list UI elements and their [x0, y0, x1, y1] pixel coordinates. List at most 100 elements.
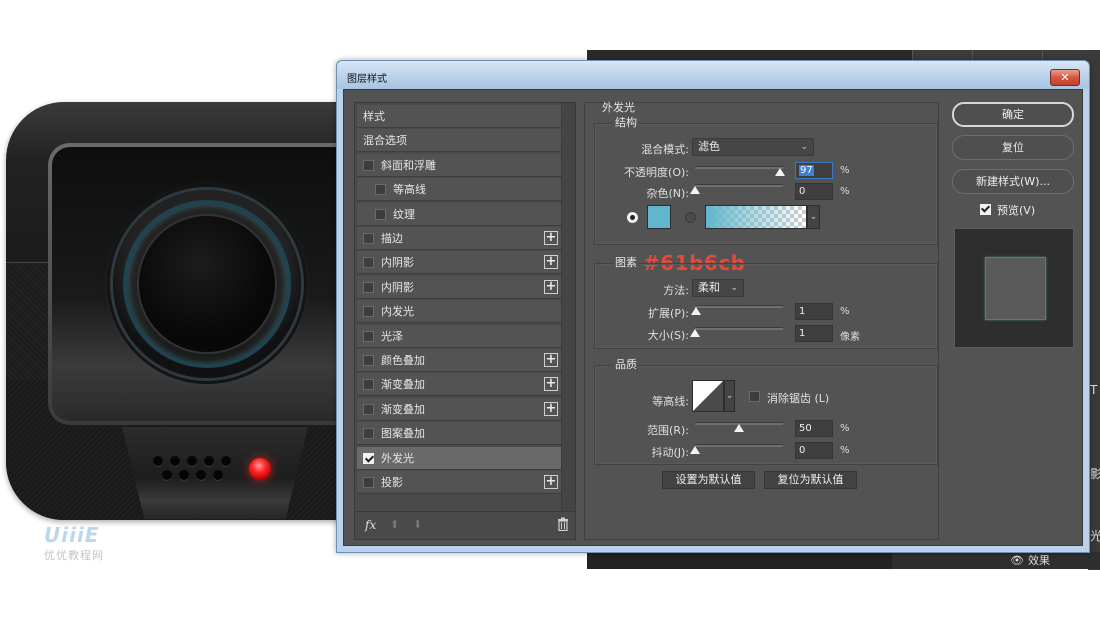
close-button[interactable]: ✕ [1050, 69, 1080, 86]
style-list-item[interactable]: 样式 [357, 105, 561, 128]
jitter-input[interactable]: 0 [795, 442, 833, 459]
opacity-input[interactable]: 97 [795, 162, 833, 179]
jitter-slider[interactable] [695, 444, 783, 447]
add-style-icon[interactable]: + [544, 231, 558, 245]
trash-icon[interactable] [557, 517, 569, 531]
style-list-item[interactable]: 混合选项 [357, 129, 561, 153]
style-list-item[interactable]: 投影 + [357, 471, 561, 494]
add-style-icon[interactable]: + [544, 279, 558, 294]
style-checkbox[interactable] [363, 257, 374, 269]
style-list-scrollbar[interactable] [561, 103, 575, 511]
size-input[interactable]: 1 [795, 325, 833, 342]
speaker-hole [162, 470, 172, 480]
opacity-slider-thumb[interactable] [775, 168, 786, 176]
style-checkbox[interactable] [363, 477, 374, 488]
blend-mode-select[interactable]: 滤色 ⌄ [692, 138, 814, 156]
ok-button[interactable]: 确定 [952, 102, 1074, 127]
layer-style-dialog: 图层样式 ✕ 样式 混合选项 斜面和浮雕等高线纹理描边 + 内阴影 + 内阴影 + 内发光 光泽颜… [336, 60, 1090, 553]
outer-glow-panel: 外发光 结构 混合模式: 滤色 ⌄ 不透明度(O): 97 % 杂色(N): 0… [584, 101, 939, 540]
add-style-icon[interactable]: + [544, 377, 558, 392]
style-list-item[interactable]: 图案叠加 [357, 422, 561, 446]
layer-effects-row[interactable]: 👁 效果 [1010, 552, 1050, 568]
style-checkbox[interactable] [375, 184, 386, 196]
style-checkbox[interactable] [375, 208, 386, 220]
contour-picker-button[interactable]: ⌄ [724, 380, 735, 412]
noise-label: 杂色(N): [646, 187, 689, 200]
workspace-glyph: T [1090, 383, 1098, 397]
gradient-swatch[interactable] [705, 205, 807, 229]
antialias-checkbox[interactable] [749, 391, 760, 402]
add-style-icon[interactable]: + [544, 255, 558, 270]
gradient-picker-button[interactable]: ⌄ [807, 205, 820, 229]
style-label: 外发光 [381, 451, 414, 465]
contour-preview[interactable] [692, 380, 724, 412]
noise-input[interactable]: 0 [795, 183, 833, 200]
style-list-item[interactable]: 颜色叠加 + [357, 349, 561, 372]
style-list-item[interactable]: 纹理 [357, 202, 561, 226]
reset-default-button[interactable]: 复位为默认值 [764, 471, 857, 489]
style-checkbox[interactable] [363, 452, 374, 464]
move-down-icon[interactable]: ⬇ [413, 518, 422, 531]
style-checkbox[interactable] [363, 159, 374, 171]
add-style-icon[interactable]: + [544, 475, 558, 489]
style-checkbox[interactable] [363, 355, 374, 366]
style-list-item[interactable]: 等高线 [357, 178, 561, 202]
spread-input[interactable]: 1 [795, 303, 833, 320]
noise-slider-thumb[interactable] [690, 186, 700, 194]
noise-slider[interactable] [695, 184, 783, 187]
preview-checkbox[interactable] [980, 204, 991, 215]
red-led-icon [249, 458, 271, 480]
add-style-icon[interactable]: + [544, 401, 558, 416]
style-list-item[interactable]: 内发光 [357, 300, 561, 324]
glow-color-swatch[interactable] [647, 205, 671, 229]
style-list: 样式 混合选项 斜面和浮雕 等高线 纹理 描边 + 内阴影 + 内阴影 + 内发光 光泽 颜色叠加 + 渐变叠… [354, 102, 576, 540]
style-list-item[interactable]: 描边 + [357, 227, 561, 250]
style-checkbox[interactable] [363, 233, 374, 244]
style-label: 内阴影 [381, 280, 414, 294]
spread-slider[interactable] [695, 305, 783, 308]
style-checkbox[interactable] [363, 281, 374, 293]
style-list-item[interactable]: 渐变叠加 + [357, 397, 561, 421]
opacity-slider[interactable] [695, 166, 783, 169]
spread-slider-thumb[interactable] [690, 307, 701, 315]
style-label: 内阴影 [381, 256, 414, 270]
jitter-unit: % [840, 445, 850, 456]
eye-icon[interactable]: 👁 [1010, 554, 1024, 567]
style-list-item[interactable]: 内阴影 + [357, 251, 561, 275]
watermark: UiiiE 优优教程网 [44, 525, 104, 563]
style-checkbox[interactable] [363, 330, 374, 342]
style-list-item[interactable]: 光泽 [357, 324, 561, 348]
speaker-hole [196, 470, 206, 480]
range-slider-thumb[interactable] [734, 424, 744, 432]
range-input[interactable]: 50 [795, 420, 833, 437]
solid-color-radio[interactable] [627, 212, 638, 223]
gradient-radio[interactable] [685, 212, 696, 223]
size-slider-thumb[interactable] [690, 329, 701, 337]
fx-icon[interactable]: fx [365, 518, 376, 532]
style-label: 纹理 [393, 207, 415, 221]
style-list-item[interactable]: 渐变叠加 + [357, 373, 561, 397]
size-slider[interactable] [695, 327, 783, 330]
style-checkbox[interactable] [363, 306, 374, 318]
style-checkbox[interactable] [363, 428, 374, 440]
new-style-button[interactable]: 新建样式(W)... [952, 169, 1074, 194]
style-list-footer: fx ⬆ ⬇ [355, 511, 575, 539]
style-list-item[interactable]: 斜面和浮雕 [357, 153, 561, 177]
elements-group: 图素 方法: 柔和 ⌄ 扩展(P): 1 % 大小(S): 1 像素 [594, 254, 938, 349]
make-default-button[interactable]: 设置为默认值 [662, 471, 755, 489]
preview-swatch [985, 257, 1046, 320]
range-label: 范围(R): [647, 424, 689, 437]
style-list-item[interactable]: 外发光 [357, 446, 561, 470]
title-bar[interactable]: 图层样式 ✕ [337, 61, 1089, 89]
jitter-slider-thumb[interactable] [690, 446, 700, 454]
workspace-glyph: 影 [1090, 467, 1100, 481]
move-up-icon[interactable]: ⬆ [390, 518, 399, 531]
technique-select[interactable]: 柔和 ⌄ [692, 279, 744, 297]
style-list-item[interactable]: 内阴影 + [357, 275, 561, 299]
artwork-camera-icon: UiiiE 优优教程网 [0, 0, 366, 619]
style-checkbox[interactable] [363, 379, 374, 391]
reset-button[interactable]: 复位 [952, 135, 1074, 160]
add-style-icon[interactable]: + [544, 353, 558, 367]
style-label: 等高线 [393, 183, 426, 197]
style-checkbox[interactable] [363, 403, 374, 415]
